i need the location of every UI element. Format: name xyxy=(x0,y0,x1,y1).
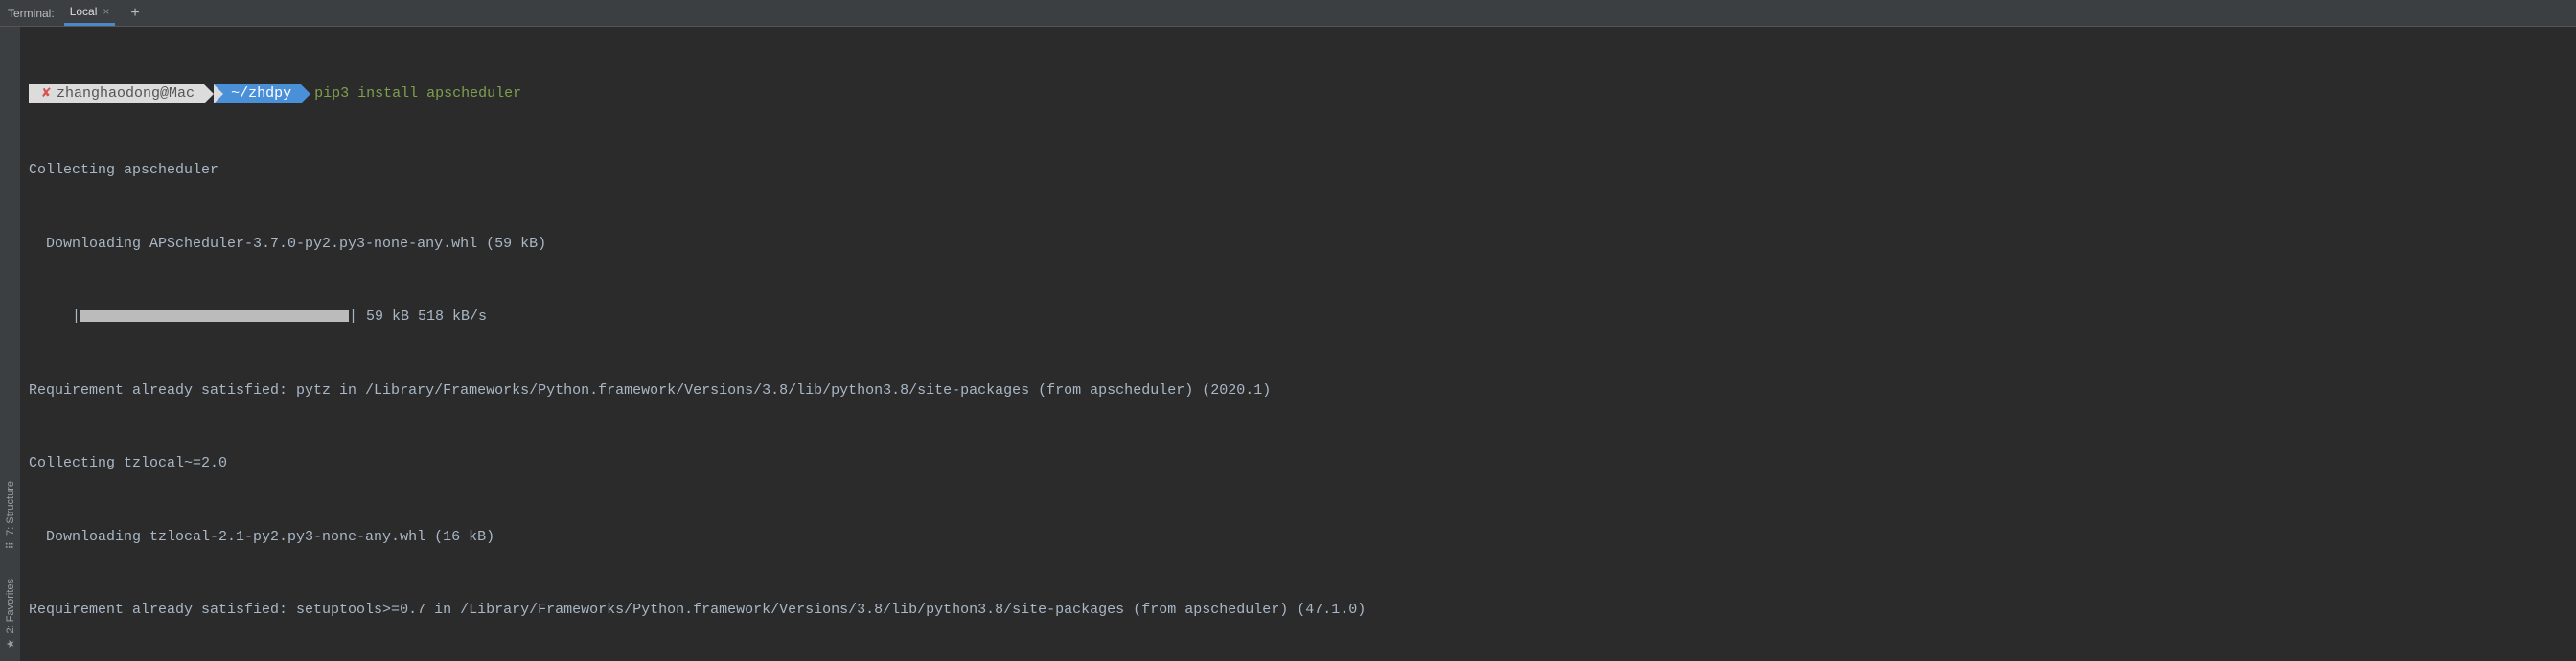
prompt-user-segment: ✘zhanghaodong@Mac xyxy=(29,84,204,103)
status-error-icon: ✘ xyxy=(42,81,51,106)
output-line: Requirement already satisfied: setuptool… xyxy=(29,598,2568,623)
terminal-tab-local[interactable]: Local × xyxy=(64,0,116,26)
toolwindow-label: 7: Structure xyxy=(5,481,16,536)
prompt-line: ✘zhanghaodong@Mac ~/zhdpy pip3 install a… xyxy=(29,84,2568,103)
toolwindow-label: 2: Favorites xyxy=(5,579,16,633)
output-line: Downloading tzlocal-2.1-py2.py3-none-any… xyxy=(29,525,2568,550)
tab-title: Local xyxy=(70,5,98,18)
progress-prefix: | xyxy=(29,308,80,325)
output-line: Requirement already satisfied: pytz in /… xyxy=(29,378,2568,403)
output-line: Collecting apscheduler xyxy=(29,158,2568,183)
terminal-pane[interactable]: ✘zhanghaodong@Mac ~/zhdpy pip3 install a… xyxy=(21,27,2576,661)
progress-bar xyxy=(80,310,349,322)
output-line: Collecting tzlocal~=2.0 xyxy=(29,451,2568,476)
structure-icon: ⠿ xyxy=(4,541,16,549)
close-icon[interactable]: × xyxy=(103,5,109,18)
toolwindow-structure[interactable]: ⠿ 7: Structure xyxy=(5,481,16,552)
output-line: | | 59 kB 518 kB/s xyxy=(29,305,2568,330)
terminal-label: Terminal: xyxy=(8,7,55,20)
toolwindow-favorites[interactable]: ★ 2: Favorites xyxy=(5,579,16,650)
progress-suffix: | 59 kB 518 kB/s xyxy=(349,308,487,325)
add-tab-button[interactable]: + xyxy=(125,5,145,22)
prompt-path: ~/zhdpy xyxy=(231,81,291,106)
side-toolwindow-gutter: ⠿ 7: Structure ★ 2: Favorites xyxy=(0,27,21,661)
terminal-tab-bar: Terminal: Local × + xyxy=(0,0,2576,27)
prompt-path-segment: ~/zhdpy xyxy=(214,84,301,103)
output-line: Downloading APScheduler-3.7.0-py2.py3-no… xyxy=(29,232,2568,257)
command-text: pip3 install apscheduler xyxy=(314,81,521,106)
star-icon: ★ xyxy=(4,639,16,649)
prompt-user: zhanghaodong@Mac xyxy=(57,81,195,106)
